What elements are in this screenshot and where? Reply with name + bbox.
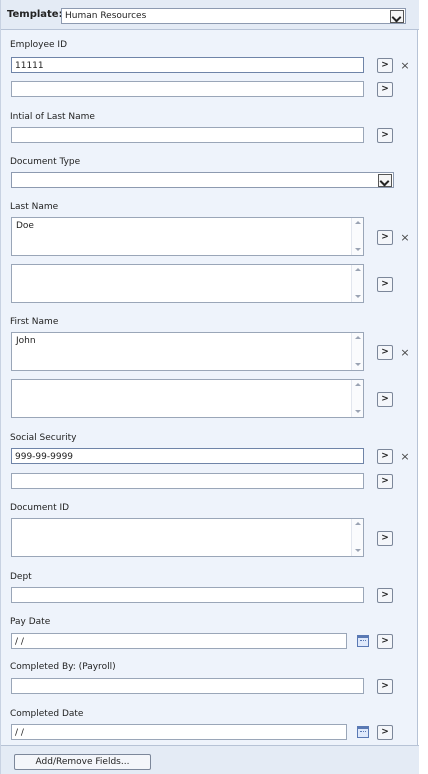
- chevron-down-icon[interactable]: [378, 174, 392, 187]
- employee-id-remove-icon[interactable]: ×: [400, 60, 410, 71]
- scroll-up-icon[interactable]: [355, 336, 361, 339]
- social-security-input[interactable]: 999-99-9999: [11, 448, 364, 464]
- employee-id-2-go-button[interactable]: >: [377, 82, 393, 97]
- employee-id-label: Employee ID: [10, 40, 68, 50]
- scroll-down-icon[interactable]: [355, 410, 361, 413]
- template-label: Template:: [7, 9, 63, 20]
- panel-footer: Add/Remove Fields...: [1, 745, 419, 774]
- initial-last-name-label: Intial of Last Name: [10, 112, 95, 122]
- document-id-label: Document ID: [10, 503, 70, 513]
- initial-last-name-input[interactable]: [11, 127, 364, 143]
- template-header: Template: Human Resources: [1, 0, 419, 30]
- last-name-2-go-button[interactable]: >: [377, 277, 393, 292]
- completed-date-go-button[interactable]: >: [377, 725, 393, 740]
- completed-date-label: Completed Date: [10, 709, 84, 719]
- completed-by-label: Completed By: (Payroll): [10, 662, 116, 672]
- scrollbar[interactable]: [351, 218, 363, 255]
- scrollbar[interactable]: [351, 265, 363, 302]
- first-name-label: First Name: [10, 317, 59, 327]
- last-name-textarea[interactable]: Doe: [11, 217, 364, 256]
- template-value: Human Resources: [65, 11, 147, 21]
- last-name-go-button[interactable]: >: [377, 230, 393, 245]
- chevron-down-icon[interactable]: [390, 10, 404, 23]
- first-name-2-go-button[interactable]: >: [377, 392, 393, 407]
- completed-by-go-button[interactable]: >: [377, 679, 393, 694]
- social-security-remove-icon[interactable]: ×: [400, 451, 410, 462]
- social-security-2-go-button[interactable]: >: [377, 474, 393, 489]
- employee-id-input-2[interactable]: [11, 81, 364, 97]
- dept-go-button[interactable]: >: [377, 588, 393, 603]
- last-name-textarea-2[interactable]: [11, 264, 364, 303]
- scroll-up-icon[interactable]: [355, 383, 361, 386]
- scroll-down-icon[interactable]: [355, 295, 361, 298]
- scrollbar[interactable]: [351, 333, 363, 370]
- scroll-down-icon[interactable]: [355, 549, 361, 552]
- scrollbar[interactable]: [351, 380, 363, 417]
- last-name-remove-icon[interactable]: ×: [400, 232, 410, 243]
- completed-by-input[interactable]: [11, 678, 364, 694]
- document-type-label: Document Type: [10, 157, 81, 167]
- completed-date-input[interactable]: / /: [11, 724, 347, 740]
- document-id-textarea[interactable]: [11, 518, 364, 557]
- scroll-down-icon[interactable]: [355, 363, 361, 366]
- scroll-up-icon[interactable]: [355, 522, 361, 525]
- initial-last-name-go-button[interactable]: >: [377, 128, 393, 143]
- employee-id-go-button[interactable]: >: [377, 58, 393, 73]
- dept-input[interactable]: [11, 587, 364, 603]
- calendar-icon[interactable]: [357, 726, 369, 738]
- first-name-value: John: [16, 336, 36, 346]
- scroll-down-icon[interactable]: [355, 248, 361, 251]
- document-id-go-button[interactable]: >: [377, 531, 393, 546]
- first-name-go-button[interactable]: >: [377, 345, 393, 360]
- first-name-textarea[interactable]: John: [11, 332, 364, 371]
- scroll-up-icon[interactable]: [355, 221, 361, 224]
- first-name-textarea-2[interactable]: [11, 379, 364, 418]
- pay-date-input[interactable]: / /: [11, 633, 347, 649]
- document-type-select[interactable]: [11, 172, 394, 188]
- employee-id-input[interactable]: 11111: [11, 57, 364, 73]
- social-security-input-2[interactable]: [11, 473, 364, 489]
- template-select[interactable]: Human Resources: [61, 8, 406, 24]
- first-name-remove-icon[interactable]: ×: [400, 347, 410, 358]
- social-security-label: Social Security: [10, 433, 77, 443]
- index-fields-panel: Template: Human Resources Employee ID 11…: [0, 0, 419, 774]
- social-security-go-button[interactable]: >: [377, 449, 393, 464]
- scrollbar[interactable]: [351, 519, 363, 556]
- last-name-label: Last Name: [10, 202, 59, 212]
- pay-date-label: Pay Date: [10, 617, 51, 627]
- add-remove-fields-button[interactable]: Add/Remove Fields...: [14, 754, 151, 770]
- pay-date-go-button[interactable]: >: [377, 634, 393, 649]
- last-name-value: Doe: [16, 221, 34, 231]
- scroll-up-icon[interactable]: [355, 268, 361, 271]
- dept-label: Dept: [10, 572, 32, 582]
- calendar-icon[interactable]: [357, 635, 369, 647]
